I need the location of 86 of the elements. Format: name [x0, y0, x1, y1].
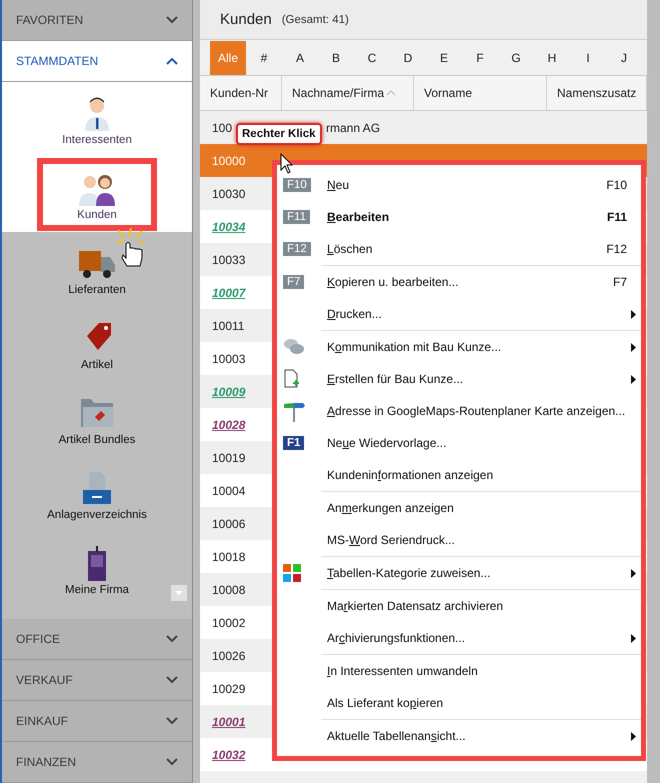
- document-add-icon: [283, 369, 301, 389]
- letter-filter-tab[interactable]: F: [462, 40, 498, 74]
- sidebar-section-header[interactable]: FAVORITEN: [2, 0, 192, 41]
- customer-number-cell-text: 10019: [211, 450, 246, 464]
- column-header[interactable]: Kunden-Nr: [200, 76, 282, 110]
- menu-item[interactable]: Kommunikation mit Bau Kunze...: [277, 331, 641, 363]
- customer-number-cell-text: 10033: [211, 252, 246, 266]
- customer-number-cell[interactable]: 10001: [200, 714, 246, 728]
- signpost-icon: [283, 400, 305, 422]
- menu-item[interactable]: Aktuelle Tabellenansicht...: [277, 720, 641, 752]
- customer-number-cell-text: 10004: [211, 484, 246, 498]
- sidebar-section-header[interactable]: STAMMDATEN: [2, 41, 192, 82]
- letter-filter-tab[interactable]: H: [534, 40, 570, 74]
- customer-number-cell-text: 10018: [211, 550, 246, 564]
- customer-number-cell-text: 10003: [211, 352, 246, 366]
- menu-item[interactable]: Markierten Datensatz archivieren: [277, 590, 641, 622]
- customer-number-cell-text: 10000: [211, 154, 246, 168]
- chevron-down-icon: [166, 16, 178, 24]
- sidebar-section-header[interactable]: OFFICE: [2, 619, 192, 660]
- scroll-down-icon: [171, 585, 187, 601]
- column-header[interactable]: Vorname: [414, 76, 547, 110]
- column-header[interactable]: Namenszusatz: [547, 76, 647, 110]
- sidebar-item[interactable]: Anlagenverzeichnis: [7, 458, 187, 531]
- menu-item[interactable]: F1 Neue Wiedervorlage...: [277, 427, 641, 459]
- customer-number-cell-text: 10011: [211, 318, 244, 332]
- speech-bubbles-icon: [283, 337, 305, 357]
- letter-filter-tab[interactable]: C: [354, 40, 390, 74]
- menu-item[interactable]: Kundeninformationen anzeigen: [277, 459, 641, 491]
- chevron-down-icon: [166, 717, 178, 725]
- sidebar-item[interactable]: Artikel Bundles: [18, 383, 176, 456]
- sort-up-icon: [386, 90, 396, 96]
- customer-number-cell-text: 10026: [211, 648, 246, 662]
- menu-item[interactable]: F7 Kopieren u. bearbeiten... F7: [277, 266, 641, 298]
- chevron-up-icon: [166, 57, 178, 65]
- menu-item[interactable]: Drucken...: [277, 298, 641, 330]
- sidebar-section-header[interactable]: VERKAUF: [2, 660, 192, 701]
- letter-filter-tab[interactable]: G: [498, 40, 534, 74]
- letter-filter-tab[interactable]: B: [318, 40, 354, 74]
- page-title: Kunden: [220, 11, 272, 28]
- letter-filter-tab[interactable]: A: [282, 40, 318, 74]
- menu-item[interactable]: MS-Word Seriendruck...: [277, 524, 641, 556]
- letter-filter-tab[interactable]: J: [606, 40, 642, 74]
- menu-item[interactable]: F10 Neu F10: [277, 169, 641, 201]
- menu-item[interactable]: Erstellen für Bau Kunze...: [277, 363, 641, 395]
- letter-filter-tab[interactable]: D: [390, 40, 426, 74]
- menu-item[interactable]: In Interessenten umwandeln: [277, 655, 641, 687]
- chevron-down-icon: [166, 635, 178, 643]
- letter-filter-tab[interactable]: I: [570, 40, 606, 74]
- customer-number-cell-text: 10006: [211, 516, 246, 530]
- menu-item[interactable]: Adresse in GoogleMaps-Routenplaner Karte anzeigen...: [277, 395, 641, 427]
- letter-filter-tab[interactable]: E: [426, 40, 462, 74]
- function-key-badge: F10: [283, 178, 311, 192]
- customer-number-cell[interactable]: 10032: [200, 748, 246, 762]
- menu-item[interactable]: F11 Bearbeiten F11: [277, 201, 641, 233]
- callout-label: Rechter Klick: [236, 123, 322, 145]
- customer-number-cell-text: 10029: [211, 682, 246, 696]
- letter-filter-tab[interactable]: #: [246, 40, 282, 74]
- function-key-badge: F11: [283, 210, 310, 224]
- customer-number-cell-text: 10008: [211, 582, 246, 596]
- sidebar-section-header[interactable]: FINANZEN: [2, 742, 192, 783]
- sidebar-item[interactable]: Meine Firma: [25, 533, 169, 606]
- menu-item[interactable]: Tabellen-Kategorie zuweisen...: [277, 557, 641, 589]
- menu-item[interactable]: Als Lieferant kopieren: [277, 687, 641, 719]
- function-key-badge: F12: [283, 242, 311, 256]
- company-name-cell: rmann AG: [326, 120, 380, 134]
- sidebar-section-header[interactable]: EINKAUF: [2, 701, 192, 742]
- sidebar-item[interactable]: Interessenten: [22, 83, 172, 156]
- column-header[interactable]: Nachname/Firma: [282, 76, 414, 110]
- menu-item[interactable]: F12 Löschen F12: [277, 233, 641, 265]
- customer-number-cell-text: 10002: [211, 616, 246, 630]
- customer-number-cell-text: 100: [211, 120, 232, 134]
- customer-number-cell[interactable]: 10028: [200, 418, 246, 432]
- sidebar-item[interactable]: Kunden: [37, 158, 157, 231]
- sidebar-item[interactable]: Lieferanten: [28, 233, 166, 306]
- menu-item[interactable]: Anmerkungen anzeigen: [277, 492, 641, 524]
- sidebar-item[interactable]: Artikel: [37, 308, 157, 381]
- customer-number-cell-text: 10030: [211, 186, 246, 200]
- customer-number-cell[interactable]: 10034: [200, 220, 246, 234]
- record-count: (Gesamt: 41): [282, 14, 349, 26]
- chevron-down-icon: [166, 676, 178, 684]
- function-key-badge: F7: [283, 275, 304, 289]
- menu-item[interactable]: Archivierungsfunktionen...: [277, 622, 641, 654]
- function-key-badge: F1: [283, 436, 304, 450]
- customer-number-cell[interactable]: 10007: [200, 286, 246, 300]
- chevron-down-icon: [166, 758, 178, 766]
- colored-tiles-icon: [283, 564, 301, 582]
